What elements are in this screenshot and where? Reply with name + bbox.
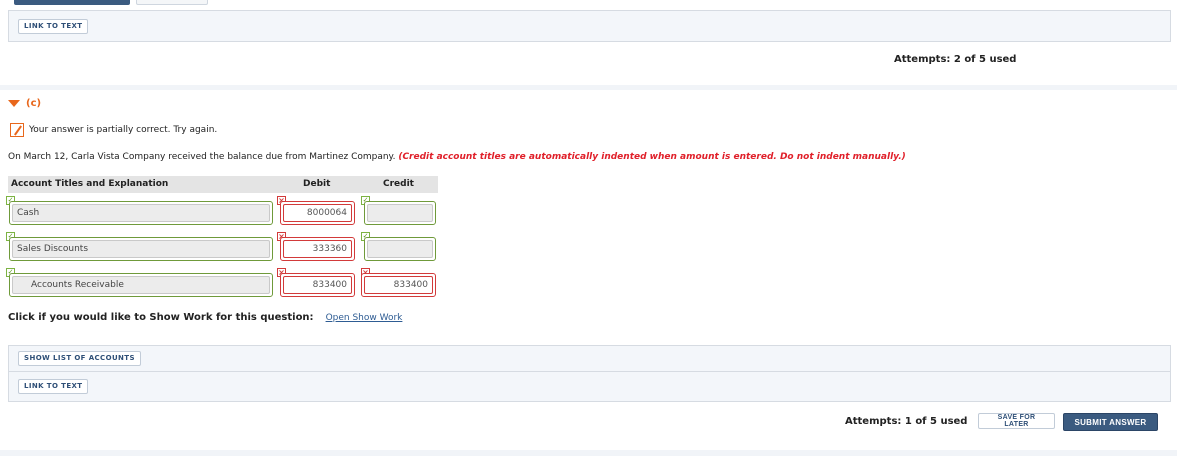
- submit-answer-button[interactable]: SUBMIT ANSWER: [1063, 413, 1158, 431]
- part-header[interactable]: (c): [8, 98, 41, 109]
- top-strip: [0, 0, 1177, 6]
- caret-down-icon[interactable]: [8, 100, 20, 107]
- top-link-row: LINK TO TEXT: [9, 11, 1170, 41]
- credit-field-row2[interactable]: [364, 237, 436, 261]
- previous-primary-button[interactable]: [14, 0, 130, 5]
- partially-correct-icon: [10, 123, 24, 137]
- journal-table-header: Account Titles and Explanation Debit Cre…: [8, 176, 438, 193]
- question-text: On March 12, Carla Vista Company receive…: [8, 152, 906, 162]
- attempts-top: Attempts: 2 of 5 used: [894, 54, 1017, 65]
- header-account: Account Titles and Explanation: [11, 179, 169, 189]
- question-body: On March 12, Carla Vista Company receive…: [8, 152, 396, 162]
- bottom-link-panel: SHOW LIST OF ACCOUNTS LINK TO TEXT: [8, 345, 1171, 402]
- top-link-panel: LINK TO TEXT: [8, 10, 1171, 42]
- header-debit: Debit: [303, 179, 331, 189]
- link-to-text-button-bottom[interactable]: LINK TO TEXT: [18, 379, 89, 394]
- credit-field-row3[interactable]: 833400: [361, 273, 436, 297]
- account-input-row2[interactable]: Sales Discounts: [12, 240, 270, 258]
- bottom-band: [0, 450, 1177, 456]
- credit-input-row1[interactable]: [367, 204, 433, 222]
- question-hint: (Credit account titles are automatically…: [398, 152, 906, 162]
- debit-input-row3[interactable]: 833400: [283, 276, 352, 294]
- show-work-row: Click if you would like to Show Work for…: [8, 312, 402, 323]
- debit-field-row2[interactable]: 333360: [280, 237, 355, 261]
- open-show-work-link[interactable]: Open Show Work: [326, 313, 403, 323]
- previous-secondary-button[interactable]: [136, 0, 208, 5]
- save-for-later-button[interactable]: SAVE FOR LATER: [978, 413, 1055, 429]
- part-label: (c): [26, 98, 42, 109]
- credit-input-row2[interactable]: [367, 240, 433, 258]
- feedback-message: Your answer is partially correct. Try ag…: [10, 123, 217, 137]
- debit-input-row2[interactable]: 333360: [283, 240, 352, 258]
- credit-input-row3[interactable]: 833400: [364, 276, 433, 294]
- account-input-row3[interactable]: Accounts Receivable: [12, 276, 270, 294]
- attempts-bottom: Attempts: 1 of 5 used: [845, 416, 968, 427]
- account-input-row1[interactable]: Cash: [12, 204, 270, 222]
- show-work-label: Click if you would like to Show Work for…: [8, 312, 314, 323]
- feedback-text: Your answer is partially correct. Try ag…: [29, 125, 218, 135]
- show-list-row: SHOW LIST OF ACCOUNTS: [9, 346, 1170, 371]
- account-field-row3[interactable]: Accounts Receivable: [9, 273, 273, 297]
- link-to-text-button-top[interactable]: LINK TO TEXT: [18, 18, 89, 34]
- section-divider: [0, 85, 1177, 90]
- account-field-row1[interactable]: Cash: [9, 201, 273, 225]
- account-field-row2[interactable]: Sales Discounts: [9, 237, 273, 261]
- credit-field-row1[interactable]: [364, 201, 436, 225]
- header-credit: Credit: [383, 179, 414, 189]
- debit-field-row1[interactable]: 8000064: [280, 201, 355, 225]
- debit-field-row3[interactable]: 833400: [280, 273, 355, 297]
- show-list-of-accounts-button[interactable]: SHOW LIST OF ACCOUNTS: [18, 351, 141, 366]
- bottom-link-row: LINK TO TEXT: [9, 371, 1170, 401]
- debit-input-row1[interactable]: 8000064: [283, 204, 352, 222]
